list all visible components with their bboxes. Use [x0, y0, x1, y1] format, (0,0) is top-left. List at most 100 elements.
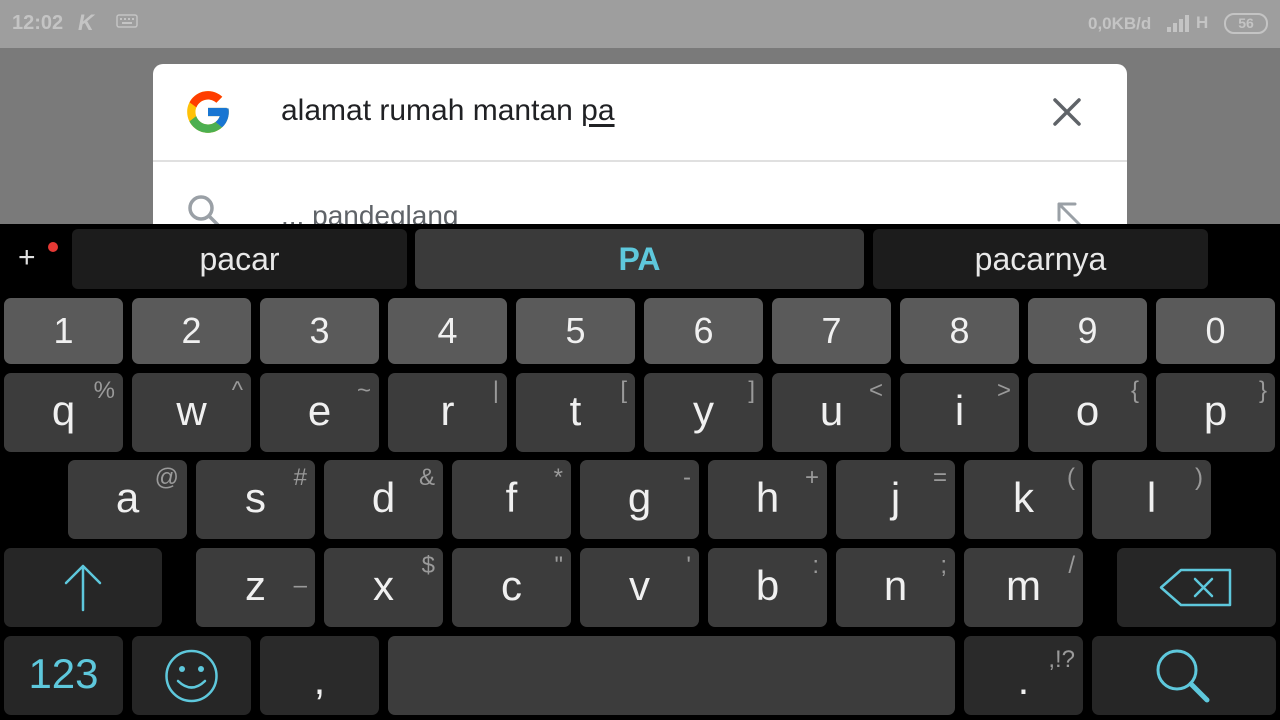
key-s[interactable]: s # [196, 460, 315, 539]
key-label: b [755, 562, 780, 609]
divider [153, 160, 1127, 162]
key-y[interactable]: y] [644, 373, 763, 452]
search-input[interactable]: alamat rumah mantan pa [281, 94, 615, 128]
key-alt-label: : [812, 552, 819, 579]
shift-arrow-icon [64, 564, 102, 612]
key-alt-label: [ [620, 377, 627, 404]
key-d[interactable]: d & [324, 460, 443, 539]
candidate-1[interactable]: pacar [72, 229, 407, 289]
key-alt-label: * [553, 464, 563, 491]
key-alt-label: < [868, 377, 883, 404]
key-u[interactable]: u < [772, 373, 891, 452]
key-z[interactable]: z – [196, 548, 315, 627]
plus-icon: + [18, 241, 36, 274]
key-label: y [693, 387, 714, 434]
k-notification-icon: K [78, 10, 94, 35]
key-alt-label: # [293, 464, 307, 491]
key-q[interactable]: q% [4, 373, 123, 452]
key-alt-label: ) [1195, 464, 1203, 491]
key-2[interactable]: 2 [132, 298, 251, 364]
key-alt-label: } [1258, 377, 1267, 404]
add-button[interactable]: + [18, 240, 62, 280]
key-alt-label: - [683, 464, 691, 491]
symbols-key[interactable]: 123 [4, 636, 123, 715]
network-type: H [1196, 13, 1209, 32]
period-key[interactable]: .,!? [964, 636, 1083, 715]
search-query-text: alamat rumah mantan [281, 94, 582, 127]
key-label: m [1006, 562, 1041, 609]
key-j[interactable]: j = [836, 460, 955, 539]
key-alt-label: { [1130, 377, 1139, 404]
status-bar: 12:02 K 0,0KB/d H 56 [0, 0, 1280, 48]
candidate-2[interactable]: PA [415, 229, 864, 289]
key-r[interactable]: r | [388, 373, 507, 452]
comma-key[interactable]: , [260, 636, 379, 715]
key-alt-label: ( [1067, 464, 1075, 491]
key-k[interactable]: k( [964, 460, 1083, 539]
key-alt-label: @ [154, 464, 179, 491]
key-i[interactable]: i > [900, 373, 1019, 452]
key-h[interactable]: h + [708, 460, 827, 539]
spacebar[interactable] [388, 636, 955, 715]
backspace-icon [1159, 568, 1232, 607]
google-logo-icon [187, 91, 229, 133]
candidate-3[interactable]: pacarnya [873, 229, 1208, 289]
key-c[interactable]: c " [452, 548, 571, 627]
key-w[interactable]: w ^ [132, 373, 251, 452]
key-9[interactable]: 9 [1028, 298, 1147, 364]
search-composing-text: pa [581, 94, 615, 127]
search-key[interactable] [1092, 636, 1276, 715]
key-label: n [883, 562, 908, 609]
clear-icon[interactable] [1049, 94, 1085, 130]
key-b[interactable]: b: [708, 548, 827, 627]
key-o[interactable]: o{ [1028, 373, 1147, 452]
key-label: k [1013, 474, 1034, 521]
key-6[interactable]: 6 [644, 298, 763, 364]
key-p[interactable]: p} [1156, 373, 1275, 452]
emoji-key[interactable] [132, 636, 251, 715]
key-a[interactable]: a @ [68, 460, 187, 539]
key-alt-label: ^ [231, 377, 243, 404]
shift-key[interactable] [4, 548, 162, 627]
key-alt-label: $ [421, 552, 435, 579]
soft-keyboard: + pacar PA pacarnya 1 2 3 4 5 6 7 8 9 0 … [0, 224, 1280, 720]
key-v[interactable]: v ' [580, 548, 699, 627]
key-alt-label: > [996, 377, 1011, 404]
key-label: c [501, 562, 522, 609]
key-alt-label: " [554, 552, 563, 579]
key-alt-label: + [804, 464, 819, 491]
search-icon [1156, 649, 1210, 703]
key-label: t [569, 387, 582, 434]
key-e[interactable]: e ~ [260, 373, 379, 452]
key-5[interactable]: 5 [516, 298, 635, 364]
key-x[interactable]: x $ [324, 548, 443, 627]
key-label: , [313, 656, 326, 703]
signal-icon [1167, 15, 1189, 32]
key-0[interactable]: 0 [1156, 298, 1275, 364]
key-label: o [1075, 387, 1100, 434]
key-8[interactable]: 8 [900, 298, 1019, 364]
key-label: g [627, 474, 652, 521]
key-alt-label: / [1068, 552, 1075, 579]
key-m[interactable]: m / [964, 548, 1083, 627]
key-f[interactable]: f * [452, 460, 571, 539]
key-alt-label: ; [940, 552, 947, 579]
key-7[interactable]: 7 [772, 298, 891, 364]
key-alt-label: & [418, 464, 435, 491]
key-3[interactable]: 3 [260, 298, 379, 364]
network-speed: 0,0KB/d [1088, 14, 1152, 33]
status-time: 12:02 [12, 12, 64, 34]
backspace-key[interactable] [1117, 548, 1276, 627]
key-l[interactable]: l) [1092, 460, 1211, 539]
notification-dot [48, 242, 58, 252]
battery-icon: 56 [1224, 13, 1268, 34]
key-alt-label: ,!? [1048, 646, 1075, 673]
key-4[interactable]: 4 [388, 298, 507, 364]
key-n[interactable]: n; [836, 548, 955, 627]
key-g[interactable]: g- [580, 460, 699, 539]
key-t[interactable]: t[ [516, 373, 635, 452]
search-card: alamat rumah mantan pa ... pandeglang [153, 64, 1127, 234]
symbols-key-label: 123 [28, 650, 99, 697]
key-alt-label: ' [686, 552, 691, 579]
key-1[interactable]: 1 [4, 298, 123, 364]
